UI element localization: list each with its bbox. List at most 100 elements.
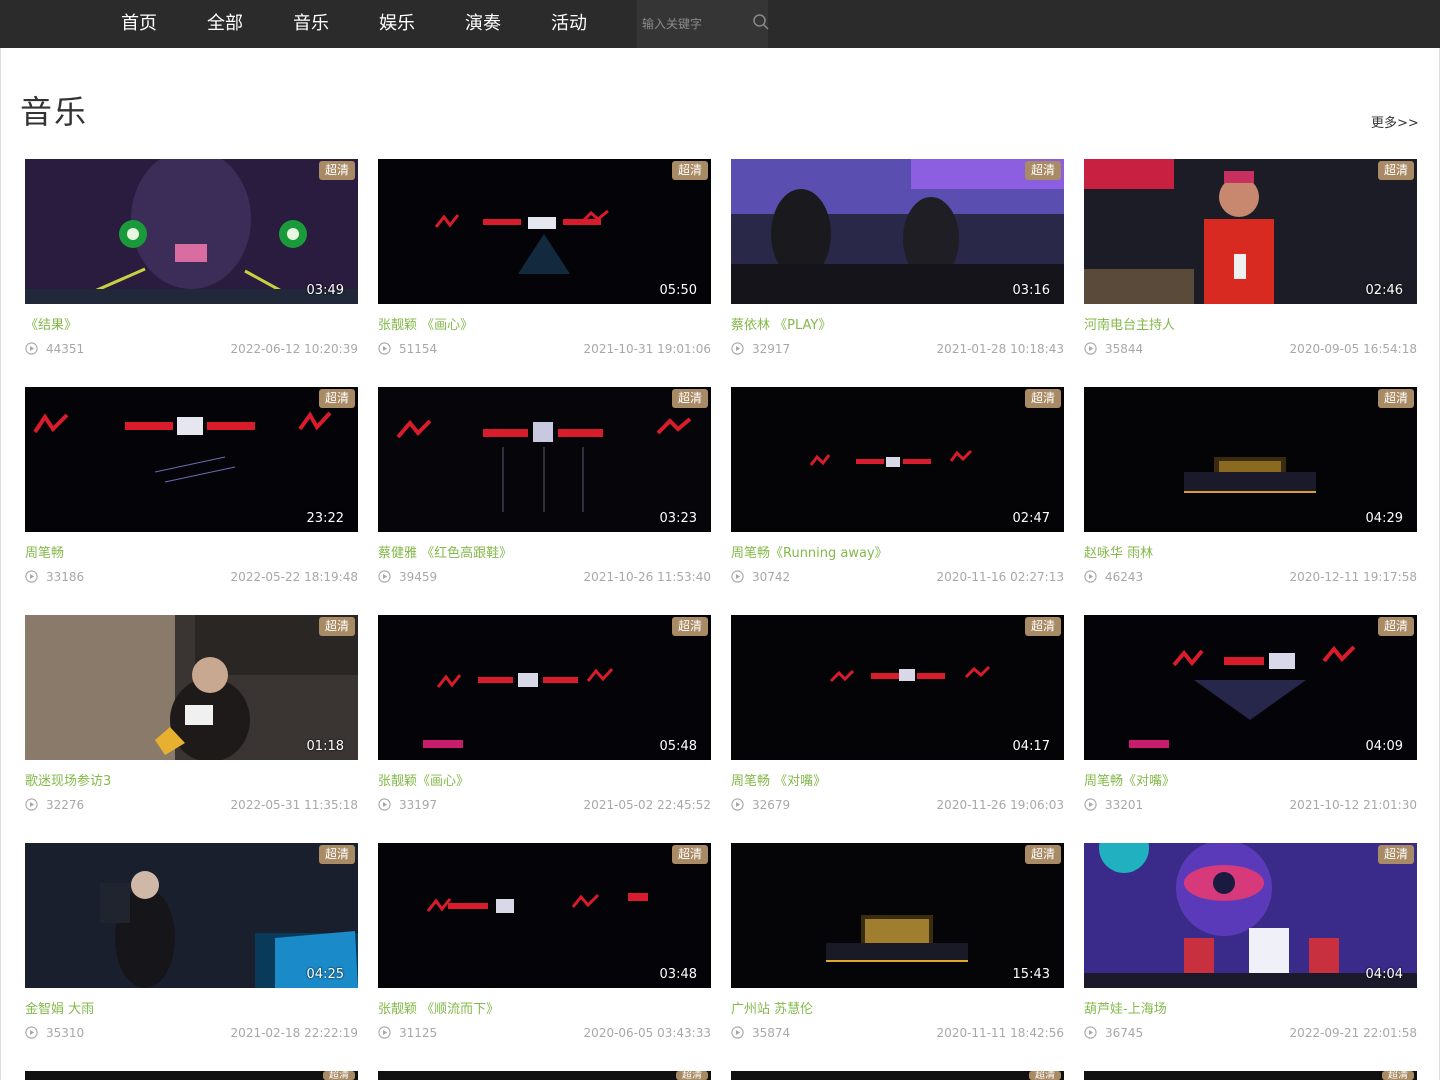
nav-item-events[interactable]: 活动: [526, 0, 612, 48]
nav-item-home[interactable]: 首页: [96, 0, 182, 48]
video-thumbnail[interactable]: 超清 03:49: [25, 159, 358, 304]
video-card[interactable]: 超清 03:48 张靓颖 《顺流而下》 31125 2020-06-05 03:43:3…: [378, 843, 711, 1040]
play-count-icon: [1084, 798, 1097, 811]
video-thumbnail[interactable]: 超清: [1084, 1071, 1417, 1080]
play-count-icon: [731, 798, 744, 811]
publish-date: 2022-06-12 10:20:39: [230, 342, 358, 356]
video-card[interactable]: 超清 15:43 广州站 苏慧伦 35874 2020-11-11 18:42:56: [731, 843, 1064, 1040]
quality-badge: 超清: [318, 161, 355, 180]
quality-badge: 超清: [323, 1071, 355, 1080]
publish-date: 2022-05-31 11:35:18: [230, 798, 358, 812]
video-title[interactable]: 河南电台主持人: [1084, 314, 1175, 333]
video-meta: 33197 2021-05-02 22:45:52: [378, 797, 711, 815]
view-count: 35844: [1105, 342, 1144, 356]
quality-badge: 超清: [671, 617, 708, 636]
video-card[interactable]: 超清 05:50 张靓颖 《画心》 51154 2021-10-31 19:01:06: [378, 159, 711, 356]
view-count: 32917: [752, 342, 791, 356]
video-thumbnail[interactable]: 超清 23:22: [25, 387, 358, 532]
nav-item-entertainment[interactable]: 娱乐: [354, 0, 440, 48]
video-thumbnail[interactable]: 超清 15:43: [731, 843, 1064, 988]
video-card[interactable]: 超清 03:16 蔡依林 《PLAY》 32917 2021-01-28 10:18:4…: [731, 159, 1064, 356]
video-meta: 32917 2021-01-28 10:18:43: [731, 341, 1064, 359]
video-thumbnail[interactable]: 超清 05:50: [378, 159, 711, 304]
video-duration: 04:17: [1012, 739, 1050, 754]
video-card[interactable]: 超清 02:46 河南电台主持人 35844 2020-09-05 16:54:18: [1084, 159, 1417, 356]
video-grid-partial-row: 超清 超清 超清 超清: [25, 1071, 1417, 1080]
view-count: 39459: [399, 570, 438, 584]
video-meta: 32679 2020-11-26 19:06:03: [731, 797, 1064, 815]
video-card[interactable]: 超清 05:48 张靓颖《画心》 33197 2021-05-02 22:45:52: [378, 615, 711, 812]
video-title[interactable]: 周笔畅: [25, 542, 64, 561]
video-thumbnail[interactable]: 超清 04:09: [1084, 615, 1417, 760]
video-title[interactable]: 周笔畅《对嘴》: [1084, 770, 1175, 789]
video-card[interactable]: 超清 04:04 葫芦娃-上海场 36745 2022-09-21 22:01:58: [1084, 843, 1417, 1040]
video-thumbnail[interactable]: 超清 03:48: [378, 843, 711, 988]
video-meta: 46243 2020-12-11 19:17:58: [1084, 569, 1417, 587]
video-title[interactable]: 《结果》: [25, 314, 77, 333]
video-duration: 03:23: [659, 511, 697, 526]
view-count: 31125: [399, 1026, 438, 1040]
view-count: 36745: [1105, 1026, 1144, 1040]
video-card[interactable]: 超清 04:25 金智娟 大雨 35310 2021-02-18 22:22:19: [25, 843, 358, 1040]
video-thumbnail[interactable]: 超清: [731, 1071, 1064, 1080]
video-title[interactable]: 张靓颖《画心》: [378, 770, 469, 789]
video-thumbnail[interactable]: 超清 03:16: [731, 159, 1064, 304]
video-card[interactable]: 超清 03:49 《结果》 44351 2022-06-12 10:20:39: [25, 159, 358, 356]
video-duration: 02:46: [1365, 283, 1403, 298]
video-thumbnail[interactable]: 超清 05:48: [378, 615, 711, 760]
search-input[interactable]: [637, 0, 745, 48]
video-thumbnail[interactable]: 超清: [25, 1071, 358, 1080]
video-thumbnail[interactable]: 超清 04:04: [1084, 843, 1417, 988]
more-link[interactable]: 更多>>: [1371, 112, 1419, 131]
play-count-icon: [731, 570, 744, 583]
video-card[interactable]: 超清 04:17 周笔畅 《对嘴》 32679 2020-11-26 19:06:03: [731, 615, 1064, 812]
video-thumbnail[interactable]: 超清 03:23: [378, 387, 711, 532]
play-count-icon: [378, 570, 391, 583]
publish-date: 2021-02-18 22:22:19: [230, 1026, 358, 1040]
video-title[interactable]: 张靓颖 《画心》: [378, 314, 473, 333]
nav-item-music[interactable]: 音乐: [268, 0, 354, 48]
video-title[interactable]: 蔡依林 《PLAY》: [731, 314, 831, 333]
video-thumbnail[interactable]: 超清 04:17: [731, 615, 1064, 760]
video-meta: 35874 2020-11-11 18:42:56: [731, 1025, 1064, 1043]
video-title[interactable]: 张靓颖 《顺流而下》: [378, 998, 499, 1017]
video-title[interactable]: 蔡健雅 《红色高跟鞋》: [378, 542, 512, 561]
quality-badge: 超清: [1377, 389, 1414, 408]
video-title[interactable]: 周笔畅《Running away》: [731, 542, 888, 561]
search-icon[interactable]: [752, 13, 770, 31]
nav-item-performance[interactable]: 演奏: [440, 0, 526, 48]
video-card[interactable]: 超清 03:23 蔡健雅 《红色高跟鞋》 39459 2021-10-26 11:53:…: [378, 387, 711, 584]
video-duration: 04:04: [1365, 967, 1403, 982]
quality-badge: 超清: [1024, 845, 1061, 864]
video-title[interactable]: 周笔畅 《对嘴》: [731, 770, 826, 789]
video-meta: 35310 2021-02-18 22:22:19: [25, 1025, 358, 1043]
video-card[interactable]: 超清 02:47 周笔畅《Running away》 30742 2020-11-16 …: [731, 387, 1064, 584]
video-thumbnail[interactable]: 超清 04:29: [1084, 387, 1417, 532]
publish-date: 2021-10-31 19:01:06: [583, 342, 711, 356]
video-title[interactable]: 金智娟 大雨: [25, 998, 94, 1017]
play-count-icon: [378, 798, 391, 811]
view-count: 30742: [752, 570, 791, 584]
top-navigation-bar: 首页 全部 音乐 娱乐 演奏 活动: [0, 0, 1440, 48]
video-title[interactable]: 赵咏华 雨林: [1084, 542, 1153, 561]
video-thumbnail[interactable]: 超清 04:25: [25, 843, 358, 988]
play-count-icon: [25, 342, 38, 355]
video-card[interactable]: 超清 23:22 周笔畅 33186 2022-05-22 18:19:48: [25, 387, 358, 584]
publish-date: 2020-06-05 03:43:33: [583, 1026, 711, 1040]
search-box: [637, 0, 768, 48]
video-title[interactable]: 葫芦娃-上海场: [1084, 998, 1167, 1017]
video-thumbnail[interactable]: 超清 02:47: [731, 387, 1064, 532]
video-thumbnail[interactable]: 超清 01:18: [25, 615, 358, 760]
video-thumbnail[interactable]: 超清 02:46: [1084, 159, 1417, 304]
video-meta: 31125 2020-06-05 03:43:33: [378, 1025, 711, 1043]
video-title[interactable]: 歌迷现场参访3: [25, 770, 111, 789]
video-thumbnail[interactable]: 超清: [378, 1071, 711, 1080]
publish-date: 2020-11-16 02:27:13: [936, 570, 1064, 584]
video-title[interactable]: 广州站 苏慧伦: [731, 998, 813, 1017]
video-card[interactable]: 超清 04:29 赵咏华 雨林 46243 2020-12-11 19:17:58: [1084, 387, 1417, 584]
publish-date: 2020-11-26 19:06:03: [936, 798, 1064, 812]
nav-item-all[interactable]: 全部: [182, 0, 268, 48]
video-card[interactable]: 超清 04:09 周笔畅《对嘴》 33201 2021-10-12 21:01:30: [1084, 615, 1417, 812]
video-card[interactable]: 超清 01:18 歌迷现场参访3 32276 2022-05-31 11:35:18: [25, 615, 358, 812]
view-count: 44351: [46, 342, 85, 356]
